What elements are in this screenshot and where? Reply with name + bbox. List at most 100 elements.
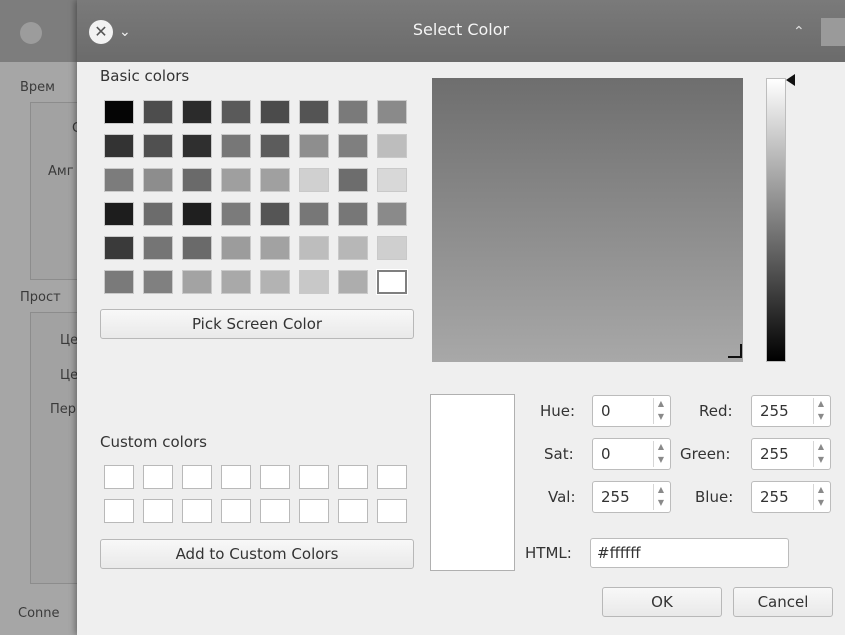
- basic-color-swatch[interactable]: [221, 100, 251, 124]
- basic-color-swatch[interactable]: [182, 236, 212, 260]
- spin-down-icon[interactable]: ▼: [816, 454, 826, 466]
- spin-up-icon[interactable]: ▲: [816, 441, 826, 453]
- basic-color-swatch[interactable]: [182, 100, 212, 124]
- spin-down-icon[interactable]: ▼: [816, 411, 826, 423]
- basic-color-swatch[interactable]: [338, 168, 368, 192]
- custom-color-swatch[interactable]: [299, 499, 329, 523]
- basic-color-swatch[interactable]: [143, 168, 173, 192]
- spin-down-icon[interactable]: ▼: [816, 497, 826, 509]
- basic-color-swatch[interactable]: [182, 168, 212, 192]
- spin-down-icon[interactable]: ▼: [656, 411, 666, 423]
- basic-color-swatch[interactable]: [338, 202, 368, 226]
- basic-color-swatch[interactable]: [104, 134, 134, 158]
- basic-color-swatch[interactable]: [221, 134, 251, 158]
- blue-spinbox[interactable]: 255 ▲ ▼: [751, 481, 831, 513]
- basic-color-swatch[interactable]: [143, 202, 173, 226]
- basic-color-swatch[interactable]: [377, 202, 407, 226]
- custom-color-swatch[interactable]: [338, 499, 368, 523]
- html-value: #ffffff: [597, 544, 641, 562]
- spin-up-icon[interactable]: ▲: [816, 398, 826, 410]
- basic-color-swatch[interactable]: [299, 168, 329, 192]
- basic-color-swatch[interactable]: [104, 202, 134, 226]
- basic-color-swatch[interactable]: [377, 134, 407, 158]
- keep-above-icon[interactable]: ⌃: [793, 20, 813, 44]
- basic-color-swatch[interactable]: [104, 236, 134, 260]
- basic-color-swatch[interactable]: [299, 236, 329, 260]
- basic-color-swatch[interactable]: [221, 202, 251, 226]
- custom-color-swatch[interactable]: [299, 465, 329, 489]
- custom-color-swatch[interactable]: [104, 499, 134, 523]
- basic-color-swatch[interactable]: [221, 168, 251, 192]
- basic-color-swatch[interactable]: [299, 134, 329, 158]
- basic-color-swatch[interactable]: [221, 236, 251, 260]
- custom-color-swatch[interactable]: [182, 499, 212, 523]
- basic-color-swatch[interactable]: [143, 134, 173, 158]
- spin-up-icon[interactable]: ▲: [656, 398, 666, 410]
- basic-color-swatch[interactable]: [377, 100, 407, 124]
- sat-spinbox[interactable]: 0 ▲ ▼: [592, 438, 671, 470]
- basic-color-swatch[interactable]: [104, 100, 134, 124]
- basic-color-swatch[interactable]: [260, 202, 290, 226]
- custom-color-swatch[interactable]: [377, 499, 407, 523]
- custom-color-swatch[interactable]: [221, 465, 251, 489]
- basic-color-swatch[interactable]: [338, 270, 368, 294]
- basic-color-swatch[interactable]: [377, 168, 407, 192]
- background-label: Амг: [48, 164, 74, 179]
- basic-color-swatch[interactable]: [338, 134, 368, 158]
- custom-color-swatch[interactable]: [260, 499, 290, 523]
- basic-color-swatch[interactable]: [299, 270, 329, 294]
- spin-up-icon[interactable]: ▲: [816, 484, 826, 496]
- cancel-button[interactable]: Cancel: [733, 587, 833, 617]
- html-color-input[interactable]: #ffffff: [590, 538, 789, 568]
- custom-color-swatch[interactable]: [104, 465, 134, 489]
- dialog-titlebar[interactable]: ✕ ⌄ Select Color ⌃: [77, 0, 845, 62]
- basic-color-swatch[interactable]: [104, 270, 134, 294]
- custom-color-swatch[interactable]: [221, 499, 251, 523]
- basic-color-swatch[interactable]: [260, 168, 290, 192]
- spin-down-icon[interactable]: ▼: [656, 454, 666, 466]
- basic-color-swatch[interactable]: [104, 168, 134, 192]
- basic-color-swatch[interactable]: [260, 270, 290, 294]
- basic-color-swatch[interactable]: [299, 100, 329, 124]
- spin-up-icon[interactable]: ▲: [656, 441, 666, 453]
- basic-color-swatch[interactable]: [260, 134, 290, 158]
- red-spinbox[interactable]: 255 ▲ ▼: [751, 395, 831, 427]
- red-value: 255: [760, 402, 789, 420]
- basic-color-swatch[interactable]: [338, 236, 368, 260]
- basic-color-swatch[interactable]: [377, 236, 407, 260]
- basic-color-swatch[interactable]: [260, 236, 290, 260]
- add-to-custom-colors-button[interactable]: Add to Custom Colors: [100, 539, 414, 569]
- spin-up-icon[interactable]: ▲: [656, 484, 666, 496]
- basic-color-swatch[interactable]: [299, 202, 329, 226]
- custom-color-swatch[interactable]: [260, 465, 290, 489]
- green-value: 255: [760, 445, 789, 463]
- basic-color-swatch[interactable]: [143, 270, 173, 294]
- basic-color-swatch[interactable]: [182, 202, 212, 226]
- custom-color-swatch[interactable]: [182, 465, 212, 489]
- basic-color-swatch[interactable]: [182, 134, 212, 158]
- sat-value: 0: [601, 445, 611, 463]
- value-slider[interactable]: [766, 78, 786, 362]
- basic-color-swatch[interactable]: [143, 236, 173, 260]
- custom-color-swatch[interactable]: [377, 465, 407, 489]
- basic-color-swatch[interactable]: [376, 269, 408, 295]
- ok-button[interactable]: OK: [602, 587, 722, 617]
- saturation-value-plane[interactable]: [432, 78, 743, 362]
- html-label: HTML:: [525, 544, 572, 562]
- val-spinbox[interactable]: 255 ▲ ▼: [592, 481, 671, 513]
- value-slider-handle[interactable]: [786, 74, 795, 86]
- spin-down-icon[interactable]: ▼: [656, 497, 666, 509]
- custom-color-swatch[interactable]: [143, 499, 173, 523]
- pick-screen-color-button[interactable]: Pick Screen Color: [100, 309, 414, 339]
- basic-color-swatch[interactable]: [143, 100, 173, 124]
- basic-color-swatch[interactable]: [182, 270, 212, 294]
- hue-spinbox[interactable]: 0 ▲ ▼: [592, 395, 671, 427]
- custom-color-swatch[interactable]: [338, 465, 368, 489]
- basic-color-swatch[interactable]: [221, 270, 251, 294]
- background-label: Це: [60, 368, 79, 383]
- basic-color-swatch[interactable]: [338, 100, 368, 124]
- basic-color-swatch[interactable]: [260, 100, 290, 124]
- color-preview: [430, 394, 515, 571]
- custom-color-swatch[interactable]: [143, 465, 173, 489]
- green-spinbox[interactable]: 255 ▲ ▼: [751, 438, 831, 470]
